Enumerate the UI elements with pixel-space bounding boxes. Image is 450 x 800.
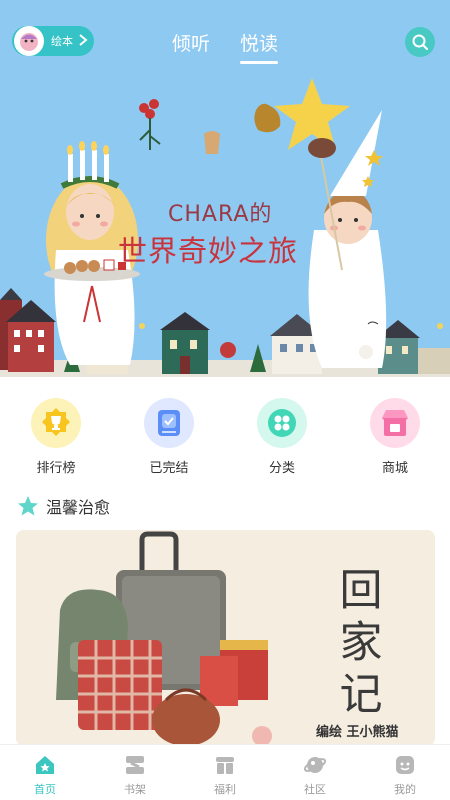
tab-read[interactable]: 悦读 — [240, 29, 279, 64]
bookshelf-icon — [122, 752, 148, 778]
nav-item-community[interactable]: 社区 — [270, 745, 360, 800]
home-icon — [32, 752, 58, 778]
toggle-arrow-icon — [79, 34, 88, 46]
mode-label: 绘本 — [51, 35, 73, 48]
gift-icon — [212, 752, 238, 778]
trophy-icon — [31, 398, 81, 448]
banner-title-line1: CHARA的 — [168, 202, 273, 227]
section-title: 温馨治愈 — [46, 498, 111, 517]
profile-icon — [392, 752, 418, 778]
finished-book-icon — [144, 398, 194, 448]
nav-item-mine[interactable]: 我的 — [360, 745, 450, 800]
search-icon — [412, 34, 428, 50]
book-title: 回家记 — [339, 566, 383, 720]
nav-label: 我的 — [394, 783, 416, 796]
quick-entry-label: 分类 — [268, 461, 295, 476]
hero-banner[interactable]: 绘本 倾听 悦读 CHARA的 世界奇妙之旅 — [0, 0, 450, 377]
nav-label: 书架 — [124, 783, 146, 796]
quick-entry-store[interactable]: 商城 — [355, 398, 435, 476]
planet-icon — [302, 752, 328, 778]
top-bar: 绘本 倾听 悦读 — [0, 0, 450, 80]
quick-entry-finished[interactable]: 已完结 — [129, 398, 209, 476]
nav-label: 首页 — [34, 783, 56, 796]
nav-item-home[interactable]: 首页 — [0, 745, 90, 800]
avatar[interactable] — [14, 26, 44, 56]
search-button[interactable] — [405, 27, 435, 57]
quick-entry-category[interactable]: 分类 — [242, 398, 322, 476]
quick-entry-label: 商城 — [381, 461, 408, 476]
banner-title-line2: 世界奇妙之旅 — [118, 234, 299, 268]
category-icon — [257, 398, 307, 448]
tab-listen[interactable]: 倾听 — [172, 29, 210, 56]
bottom-nav: 首页 书架 福利 社区 我的 — [0, 744, 450, 800]
book-author: 编绘 王小熊猫 — [316, 725, 399, 740]
store-icon — [370, 398, 420, 448]
nav-item-welfare[interactable]: 福利 — [180, 745, 270, 800]
quick-entries: 排行榜 已完结 分类 商城 — [0, 378, 450, 478]
nav-label: 福利 — [214, 783, 236, 796]
quick-entry-label: 已完结 — [149, 461, 189, 476]
quick-entry-label: 排行榜 — [36, 461, 76, 476]
nav-item-bookshelf[interactable]: 书架 — [90, 745, 180, 800]
book-cover-card[interactable]: 回家记 编绘 王小熊猫 — [16, 530, 435, 746]
section-header: 温馨治愈 — [16, 494, 110, 518]
quick-entry-ranking[interactable]: 排行榜 — [16, 398, 96, 476]
nav-label: 社区 — [304, 783, 326, 796]
star-icon — [18, 496, 38, 516]
top-tabs: 倾听 悦读 — [172, 29, 279, 64]
